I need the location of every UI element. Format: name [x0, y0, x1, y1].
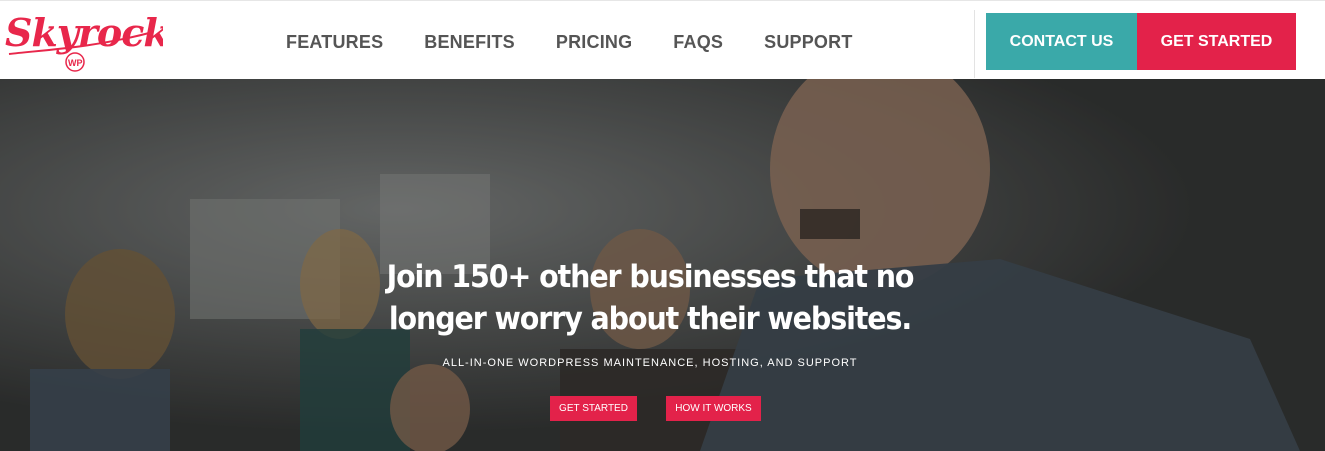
nav-item-features[interactable]: FEATURES: [286, 32, 383, 53]
nav-item-pricing[interactable]: PRICING: [556, 32, 632, 53]
skyrocket-logo[interactable]: Skyrocket WP: [3, 10, 163, 74]
hero-headline-line-1: Join 150+ other businesses that no: [386, 259, 915, 295]
main-nav: FEATURES BENEFITS PRICING FAQS SUPPORT: [286, 24, 894, 60]
hero-subheadline: ALL-IN-ONE WORDPRESS MAINTENANCE, HOSTIN…: [442, 357, 858, 369]
hero-section: Join 150+ other businesses that no longe…: [0, 79, 1325, 451]
nav-item-support[interactable]: SUPPORT: [764, 32, 852, 53]
get-started-button[interactable]: GET STARTED: [1137, 13, 1296, 70]
logo-wordmark: Skyrocket: [5, 10, 163, 55]
hero-headline: Join 150+ other businesses that no longe…: [374, 256, 926, 340]
logo-wp-badge: WP: [68, 58, 83, 68]
hero-how-it-works-button[interactable]: HOW IT WORKS: [666, 396, 761, 421]
site-header: Skyrocket WP FEATURES BENEFITS PRICING F…: [0, 4, 1325, 79]
hero-headline-line-2: longer worry about their websites.: [388, 301, 912, 337]
hero-get-started-button[interactable]: GET STARTED: [550, 396, 637, 421]
nav-item-benefits[interactable]: BENEFITS: [424, 32, 515, 53]
nav-item-faqs[interactable]: FAQS: [673, 32, 723, 53]
header-divider: [974, 10, 975, 78]
contact-us-button[interactable]: CONTACT US: [986, 13, 1137, 70]
